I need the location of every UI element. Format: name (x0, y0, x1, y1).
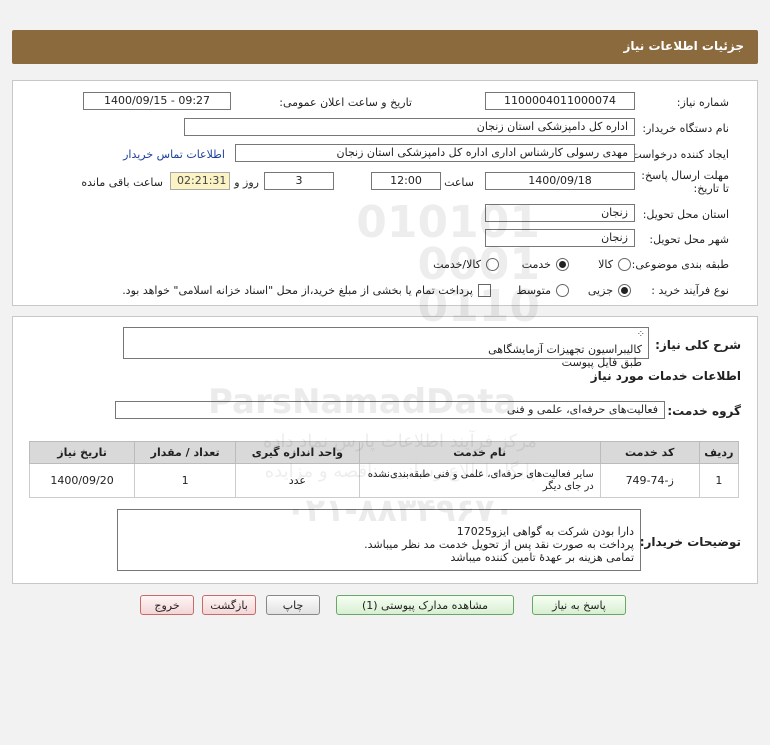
category-option-goods-service: کالا/خدمت (433, 258, 481, 271)
col-need-date: تاریخ نیاز (28, 441, 136, 464)
buyer-notes-line-1: دارا بودن شرکت به گواهی ایزو17025 (456, 525, 634, 538)
days-field: 3 (264, 172, 334, 190)
category-radio-goods-service[interactable] (486, 258, 499, 271)
deadline-date-field: 1400/09/18 (485, 172, 635, 190)
col-unit: واحد اندازه گیری (235, 441, 360, 464)
buyer-notes-line-2: پرداخت به صورت نقد پس از تحویل خدمت مد ن… (364, 538, 634, 551)
province-field: زنجان (485, 204, 635, 222)
process-option-minor: جزیی (587, 284, 613, 297)
page-title: جزئیات اطلاعات نیاز (623, 39, 744, 53)
category-option-service: خدمت (521, 258, 551, 271)
table-header-row: ردیف کد خدمت نام خدمت واحد اندازه گیری ت… (28, 441, 740, 464)
view-attachments-button[interactable]: مشاهده مدارک پیوستی (1) (336, 595, 514, 615)
process-radio-medium[interactable] (556, 284, 569, 297)
col-row-number: ردیف (698, 441, 740, 464)
city-label: شهر محل تحویل: (649, 233, 729, 246)
col-service-code: کد خدمت (599, 441, 700, 464)
province-label: استان محل تحویل: (642, 208, 729, 221)
buyer-org-field: اداره کل دامپزشکی استان زنجان (184, 118, 635, 136)
page-header: جزئیات اطلاعات نیاز (12, 30, 758, 64)
category-option-goods: کالا (598, 258, 613, 271)
cell-unit: عدد (235, 463, 360, 498)
need-number-label: شماره نیاز: (676, 96, 729, 109)
creator-field: مهدی رسولی کارشناس اداری اداره کل دامپزش… (235, 144, 635, 162)
days-label: روز و (234, 176, 259, 189)
service-group-label: گروه خدمت: (667, 404, 741, 418)
general-description-box: کالیبراسیون تجهیزات آزمایشگاهی طبق فایل … (123, 327, 649, 369)
service-group-field: فعالیت‌های حرفه‌ای، علمی و فنی (115, 401, 665, 419)
description-icon: ⁘ (636, 329, 645, 340)
remaining-label: ساعت باقی مانده (81, 176, 163, 189)
city-field: زنجان (485, 229, 635, 247)
print-button[interactable]: چاپ (266, 595, 320, 615)
cell-row-number: 1 (698, 463, 740, 498)
category-radio-goods[interactable] (618, 258, 631, 271)
announce-label: تاریخ و ساعت اعلان عمومی: (279, 96, 412, 109)
buyer-org-label: نام دستگاه خریدار: (642, 122, 729, 135)
need-number-field: 1100004011000074 (485, 92, 635, 110)
deadline-time-field: 12:00 (371, 172, 441, 190)
exit-button[interactable]: خروج (140, 595, 194, 615)
process-option-medium: متوسط (516, 284, 551, 297)
back-button[interactable]: بازگشت (202, 595, 256, 615)
announce-field: 1400/09/15 - 09:27 (83, 92, 231, 110)
process-radio-minor[interactable] (618, 284, 631, 297)
category-radio-service[interactable] (556, 258, 569, 271)
table-row: 1 ز-74-749 سایر فعالیت‌های حرفه‌ای، علمی… (28, 463, 740, 498)
buyer-notes-box: دارا بودن شرکت به گواهی ایزو17025 پرداخت… (117, 509, 641, 571)
cell-quantity: 1 (134, 463, 237, 498)
category-label: طبقه بندی موضوعی: (631, 258, 729, 271)
details-panel: شماره نیاز: 1100004011000074 تاریخ و ساع… (12, 80, 758, 306)
buyer-notes-label: توضیحات خریدار: (639, 535, 741, 549)
description-line-1: کالیبراسیون تجهیزات آزمایشگاهی (488, 343, 642, 356)
process-label: نوع فرآیند خرید : (651, 284, 729, 297)
treasury-checkbox[interactable] (478, 284, 491, 297)
services-table: ردیف کد خدمت نام خدمت واحد اندازه گیری ت… (28, 441, 740, 498)
cell-service-name: سایر فعالیت‌های حرفه‌ای، علمی و فنی طبقه… (358, 463, 601, 498)
description-line-2: طبق فایل پیوست (561, 356, 642, 369)
deadline-label: مهلت ارسال پاسخ: تا تاریخ: (641, 169, 729, 195)
buyer-notes-line-3: تمامی هزینه بر عهدهٔ تامین کننده میباشد (450, 551, 634, 564)
services-section-title: اطلاعات خدمات مورد نیاز (590, 369, 741, 383)
general-description-label: شرح کلی نیاز: (655, 338, 741, 352)
remaining-timer: 02:21:31 (170, 172, 230, 190)
cell-service-code: ز-74-749 (599, 463, 700, 498)
creator-label: ایجاد کننده درخواست: (627, 148, 729, 161)
reply-button[interactable]: پاسخ به نیاز (532, 595, 626, 615)
cell-need-date: 1400/09/20 (28, 463, 136, 498)
col-quantity: تعداد / مقدار (134, 441, 237, 464)
treasury-note: پرداخت تمام یا بخشی از مبلغ خرید،از محل … (122, 284, 473, 297)
col-service-name: نام خدمت (358, 441, 601, 464)
need-description-panel: شرح کلی نیاز: کالیبراسیون تجهیزات آزمایش… (12, 316, 758, 584)
deadline-time-label: ساعت (444, 176, 474, 189)
buyer-contact-link[interactable]: اطلاعات تماس خریدار (123, 148, 225, 161)
